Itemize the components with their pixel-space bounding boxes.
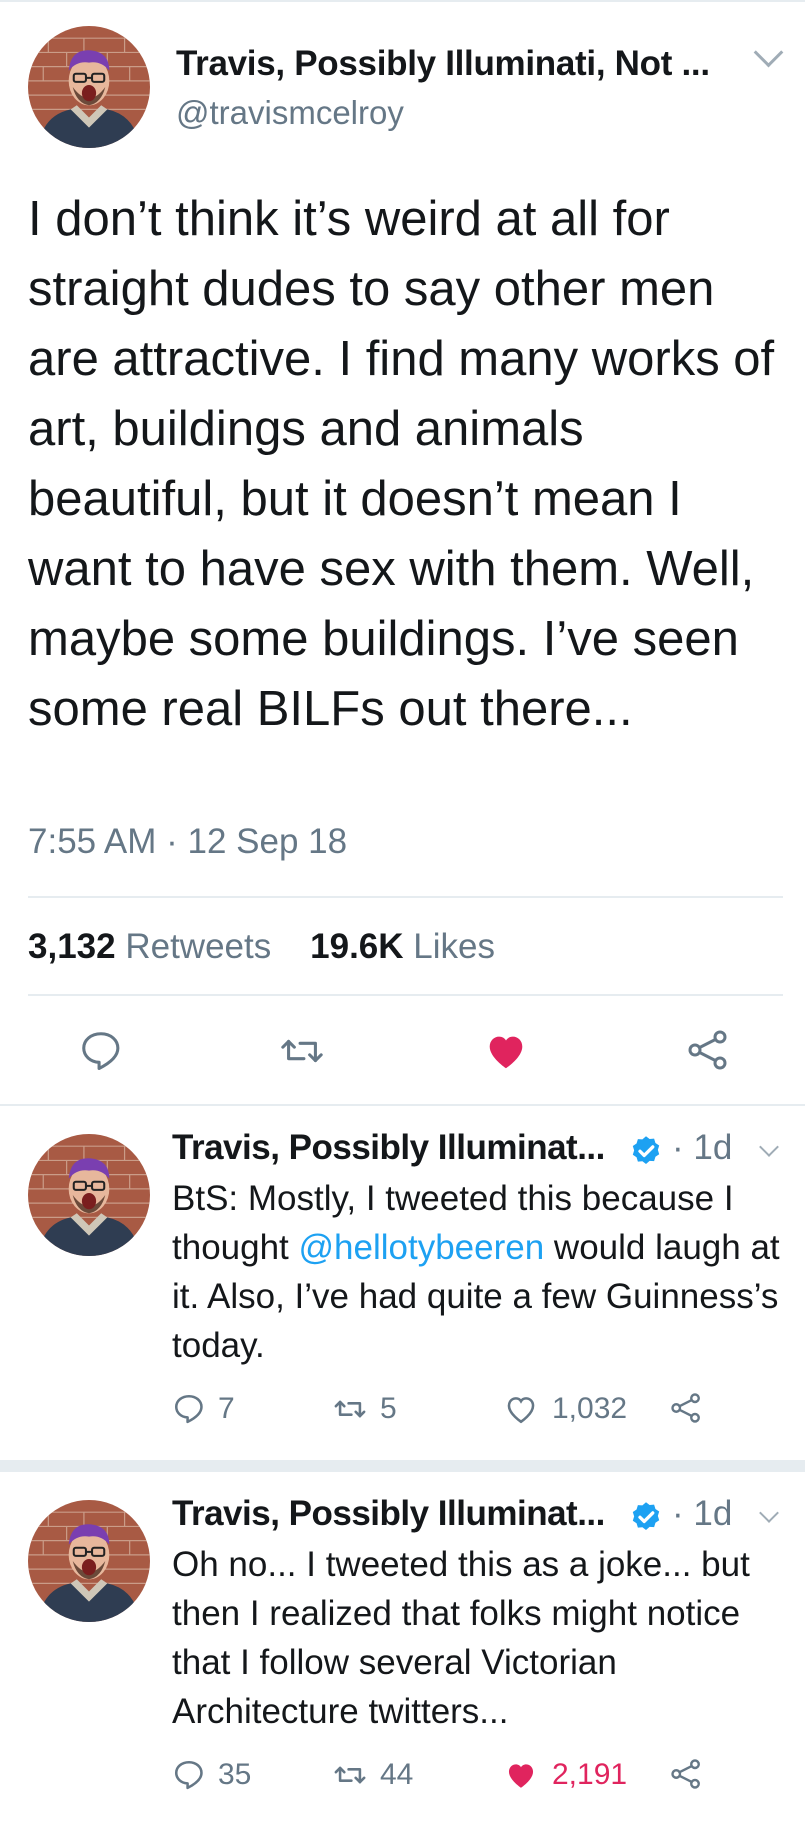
like-count: 19.6K bbox=[310, 927, 404, 966]
retweet-button[interactable]: 44 bbox=[332, 1758, 413, 1792]
user-handle[interactable]: @travismcelroy bbox=[176, 94, 404, 132]
avatar[interactable] bbox=[28, 1500, 150, 1622]
heart-icon bbox=[508, 1764, 534, 1788]
retweet-arrows-icon bbox=[334, 1766, 366, 1784]
tweet-text: Oh no... I tweeted this as a joke... but… bbox=[172, 1545, 750, 1731]
retweet-arrows-icon bbox=[334, 1400, 366, 1418]
like-count: 2,191 bbox=[552, 1758, 628, 1791]
tweet-age[interactable]: · 1d bbox=[672, 1494, 732, 1534]
like-button[interactable] bbox=[482, 1028, 530, 1079]
reply-button[interactable] bbox=[78, 1028, 124, 1079]
tweet-age[interactable]: · 1d bbox=[672, 1128, 732, 1168]
divider bbox=[28, 994, 783, 996]
like-button[interactable]: 2,191 bbox=[502, 1758, 627, 1792]
verified-badge-icon bbox=[632, 1502, 660, 1530]
like-stat[interactable]: 19.6K Likes bbox=[310, 927, 495, 966]
retweet-button[interactable]: 5 bbox=[332, 1392, 397, 1426]
share-nodes-icon bbox=[688, 1030, 727, 1070]
reply-count: 7 bbox=[218, 1392, 235, 1425]
mention-link[interactable]: @hellotybeeren bbox=[299, 1228, 545, 1267]
speech-bubble-icon bbox=[82, 1032, 120, 1070]
heart-icon bbox=[507, 1397, 535, 1424]
retweet-count: 5 bbox=[380, 1392, 397, 1425]
retweet-arrows-icon bbox=[281, 1039, 323, 1063]
like-button[interactable]: 1,032 bbox=[502, 1392, 627, 1426]
share-nodes-icon bbox=[671, 1393, 700, 1423]
like-count: 1,032 bbox=[552, 1392, 628, 1425]
avatar[interactable] bbox=[28, 1134, 150, 1256]
display-name[interactable]: Travis, Possibly Illuminat... bbox=[172, 1494, 605, 1534]
share-nodes-icon bbox=[671, 1759, 700, 1789]
tweet-timestamp[interactable]: 7:55 AM · 12 Sep 18 bbox=[28, 822, 347, 862]
tweet-text: I don’t think it’s weird at all for stra… bbox=[28, 192, 775, 736]
like-label: Likes bbox=[413, 927, 495, 966]
divider bbox=[0, 1104, 805, 1106]
retweet-count: 3,132 bbox=[28, 927, 116, 966]
chevron-down-icon[interactable] bbox=[759, 1503, 779, 1523]
retweet-stat[interactable]: 3,132 Retweets bbox=[28, 927, 271, 966]
share-button[interactable] bbox=[668, 1390, 704, 1426]
display-name[interactable]: Travis, Possibly Illuminat... bbox=[172, 1128, 605, 1168]
chevron-down-icon[interactable] bbox=[753, 37, 784, 68]
tweet-stats: 3,132 Retweets 19.6K Likes bbox=[28, 927, 495, 967]
avatar[interactable] bbox=[28, 26, 150, 148]
reply-count: 35 bbox=[218, 1758, 252, 1791]
retweet-count: 44 bbox=[380, 1758, 414, 1791]
top-divider bbox=[0, 0, 805, 2]
reply-button[interactable]: 7 bbox=[172, 1392, 235, 1426]
tweet-text: BtS: Mostly, I tweeted this because I th… bbox=[172, 1174, 792, 1370]
divider bbox=[28, 896, 783, 898]
verified-badge-icon bbox=[632, 1136, 660, 1164]
chevron-down-icon[interactable] bbox=[759, 1137, 779, 1157]
speech-bubble-icon bbox=[174, 1394, 203, 1424]
display-name[interactable]: Travis, Possibly Illuminati, Not ... bbox=[176, 44, 710, 84]
heart-icon bbox=[489, 1036, 523, 1069]
reply-button[interactable]: 35 bbox=[172, 1758, 251, 1792]
share-button[interactable] bbox=[684, 1026, 732, 1079]
retweet-label: Retweets bbox=[125, 927, 272, 966]
speech-bubble-icon bbox=[174, 1760, 203, 1790]
retweet-button[interactable] bbox=[278, 1028, 326, 1079]
share-button[interactable] bbox=[668, 1756, 704, 1792]
thread-gap bbox=[0, 1460, 805, 1472]
